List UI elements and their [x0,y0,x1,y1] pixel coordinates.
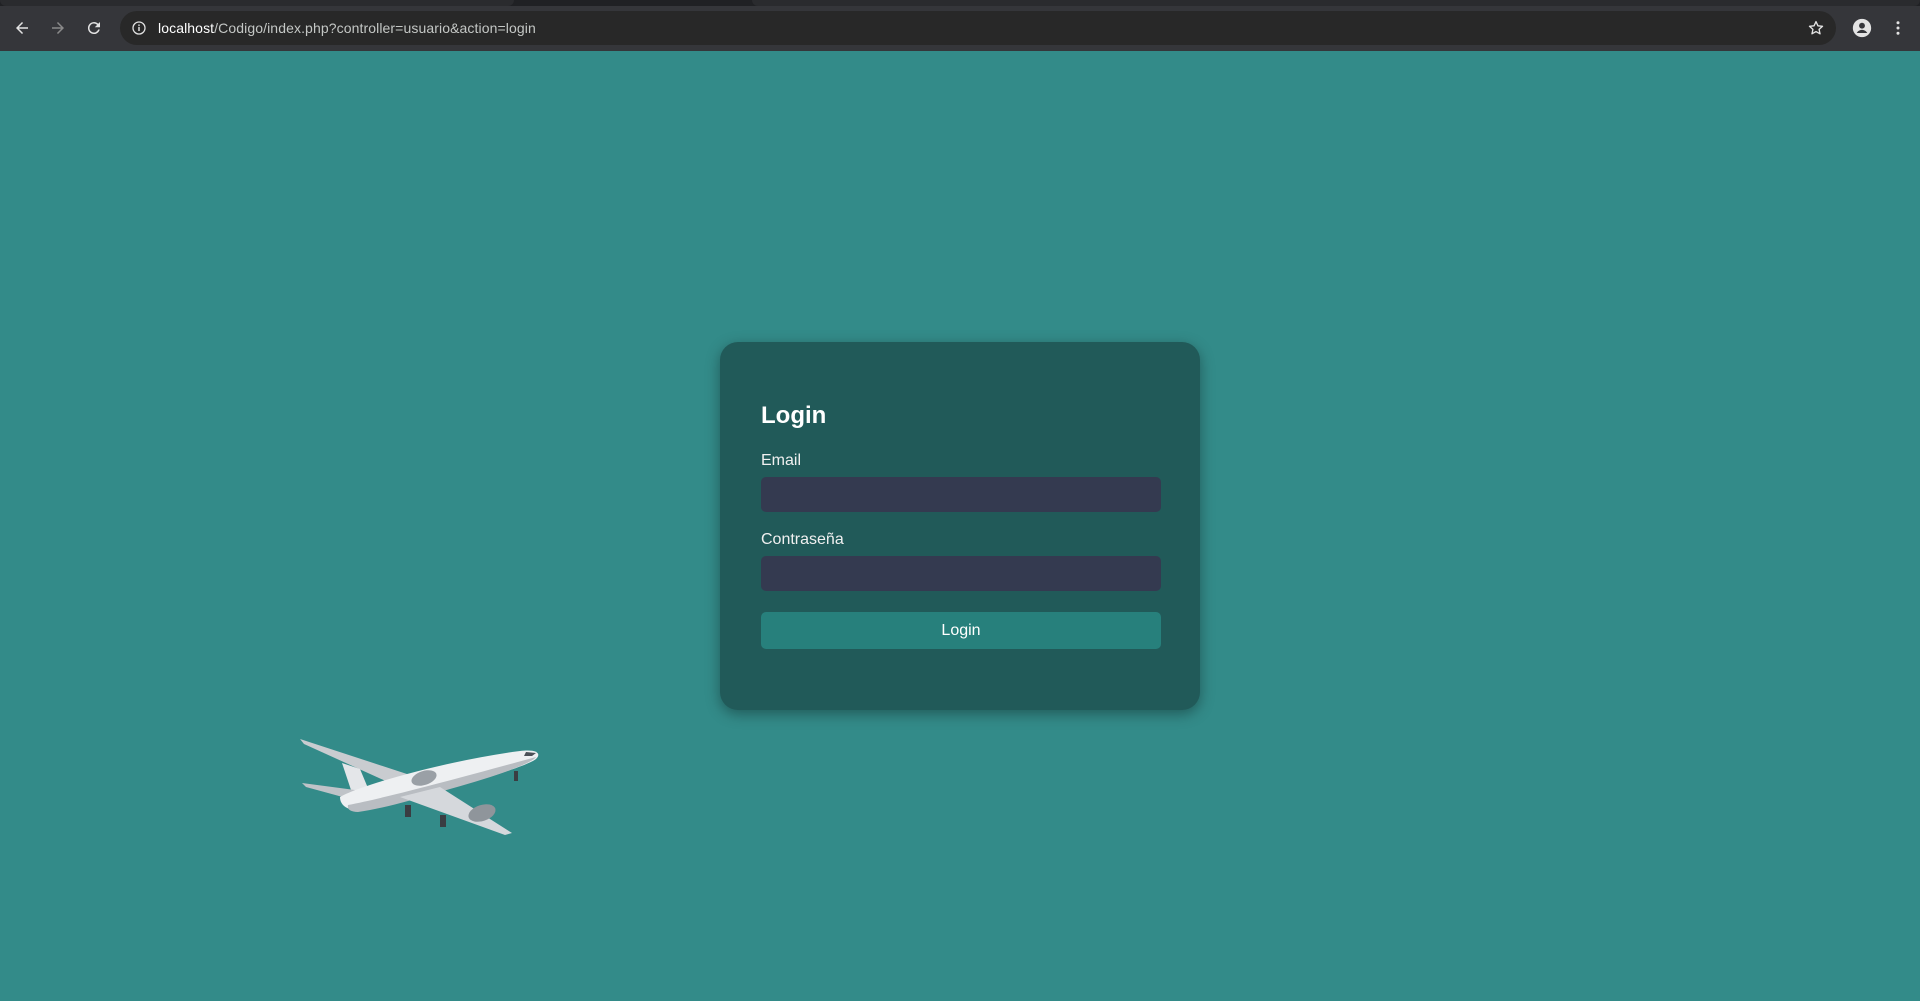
menu-button[interactable] [1882,12,1914,44]
more-vert-icon [1896,21,1900,35]
back-button[interactable] [6,12,38,44]
airplane-nose-gear [514,771,518,781]
address-bar[interactable]: localhost/Codigo/index.php?controller=us… [120,11,1836,45]
airplane-gear-right [440,815,446,827]
airplane-image [300,739,539,835]
login-title: Login [761,402,827,429]
forward-button[interactable] [42,12,74,44]
reload-icon [87,22,100,35]
info-icon[interactable] [130,19,148,37]
star-icon[interactable] [1806,18,1826,38]
url-path: /Codigo/index.php?controller=usuario&act… [214,20,536,36]
url-host: localhost [158,20,215,36]
password-field[interactable] [761,556,1161,591]
airplane-gear-left [405,805,411,817]
profile-button[interactable] [1846,12,1878,44]
email-label: Email [761,452,802,469]
reload-button[interactable] [78,12,110,44]
profile-icon [1852,18,1872,38]
login-card: Login Email Contraseña Login [720,342,1200,710]
back-arrow-icon [16,22,28,34]
browser-toolbar: localhost/Codigo/index.php?controller=us… [0,6,1920,51]
url-text[interactable]: localhost/Codigo/index.php?controller=us… [158,20,536,36]
password-label: Contraseña [761,531,844,548]
login-button[interactable]: Login [761,612,1161,649]
email-field[interactable] [761,477,1161,512]
forward-arrow-icon [52,22,64,34]
